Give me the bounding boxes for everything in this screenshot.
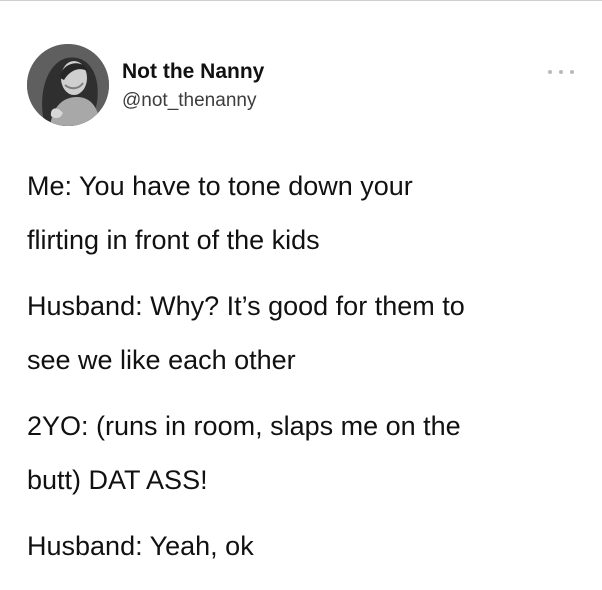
tweet-paragraph: Me: You have to tone down your flirting …: [27, 159, 582, 267]
avatar[interactable]: [27, 44, 109, 126]
more-dot-icon: [570, 70, 574, 74]
tweet-line: 2YO: (runs in room, slaps me on the: [27, 411, 461, 441]
tweet-line: flirting in front of the kids: [27, 225, 320, 255]
profile-photo-icon: [27, 44, 109, 126]
tweet-card: Not the Nanny @not_thenanny Me: You have…: [0, 0, 602, 590]
tweet-paragraph: Husband: Yeah, ok: [27, 519, 582, 573]
author-display-name[interactable]: Not the Nanny: [122, 59, 452, 85]
tweet-line: butt) DAT ASS!: [27, 465, 208, 495]
more-dot-icon: [548, 70, 552, 74]
tweet-paragraph: 2YO: (runs in room, slaps me on the butt…: [27, 399, 582, 507]
tweet-header: Not the Nanny @not_thenanny: [27, 44, 587, 128]
tweet-body: Me: You have to tone down your flirting …: [27, 159, 582, 585]
tweet-line: Me: You have to tone down your: [27, 171, 413, 201]
author-handle[interactable]: @not_thenanny: [122, 88, 452, 113]
more-dot-icon: [559, 70, 563, 74]
tweet-line: Husband: Yeah, ok: [27, 531, 254, 561]
tweet-line: see we like each other: [27, 345, 296, 375]
author-info: Not the Nanny @not_thenanny: [122, 59, 452, 113]
more-options-button[interactable]: [548, 65, 574, 79]
tweet-line: Husband: Why? It’s good for them to: [27, 291, 465, 321]
tweet-paragraph: Husband: Why? It’s good for them to see …: [27, 279, 582, 387]
